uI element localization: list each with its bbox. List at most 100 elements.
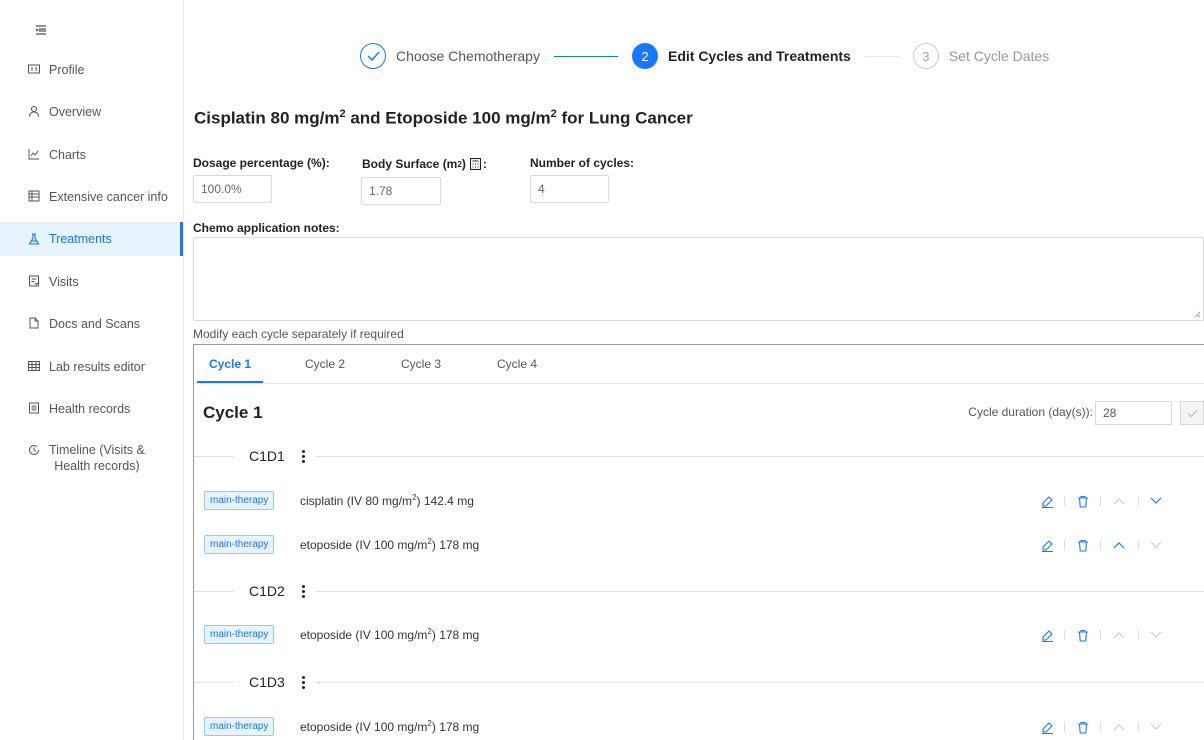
more-vertical-icon[interactable] <box>298 672 308 692</box>
move-down-icon[interactable] <box>1148 719 1164 735</box>
step-2-number: 2 <box>631 43 658 69</box>
more-vertical-icon[interactable] <box>298 581 308 601</box>
tab-cycle-4[interactable]: Cycle 4 <box>497 357 537 371</box>
step-2-label[interactable]: Edit Cycles and Treatments <box>668 48 851 64</box>
edit-icon[interactable] <box>1039 537 1055 553</box>
flask-icon <box>28 232 40 246</box>
cycles-input[interactable]: 4 <box>530 175 609 203</box>
step-1-label[interactable]: Choose Chemotherapy <box>396 48 540 64</box>
treatment-text: etoposide (IV 100 mg/m2) 178 mg <box>300 537 480 552</box>
title-part: and Etoposide 100 mg/m <box>345 108 551 128</box>
day-label: C1D1 <box>249 448 285 464</box>
treatment-row: main-therapy etoposide (IV 100 mg/m2) 17… <box>194 717 1204 737</box>
sidebar-item-overview[interactable]: Overview <box>0 104 183 120</box>
notes-textarea[interactable] <box>193 237 1204 321</box>
more-vertical-icon[interactable] <box>298 446 308 466</box>
cycle-duration-label: Cycle duration (day(s)): <box>968 405 1093 419</box>
treatment-text: cisplatin (IV 80 mg/m2) 142.4 mg <box>300 493 474 508</box>
database-icon <box>28 189 40 203</box>
confirm-duration-button[interactable] <box>1180 401 1204 425</box>
sidebar-item-treatments[interactable]: Treatments <box>0 222 183 256</box>
treatment-row: main-therapy etoposide (IV 100 mg/m2) 17… <box>194 625 1204 645</box>
delete-icon[interactable] <box>1075 627 1091 643</box>
sidebar-item-extensive-cancer-info[interactable]: Extensive cancer info <box>0 189 183 205</box>
file-icon <box>28 316 40 330</box>
calculator-icon[interactable] <box>469 158 481 170</box>
move-up-icon[interactable] <box>1111 493 1127 509</box>
sidebar-item-lab-results-editor[interactable]: Lab results editor <box>0 359 183 375</box>
notes-label: Chemo application notes: <box>193 221 340 235</box>
sidebar-item-label: Profile <box>49 63 85 77</box>
user-icon <box>28 104 40 118</box>
day-label: C1D2 <box>249 583 285 599</box>
sidebar-item-docs-and-scans[interactable]: Docs and Scans <box>0 316 183 332</box>
sidebar-item-label: Extensive cancer info <box>49 190 168 204</box>
cycle-tabs: Cycle 1 Cycle 2 Cycle 3 Cycle 4 <box>194 345 1204 384</box>
sidebar: Profile Overview Charts Extensive cancer… <box>0 0 184 740</box>
sidebar-item-label: Timeline (Visits & <box>49 443 145 457</box>
move-up-icon[interactable] <box>1111 627 1127 643</box>
treatment-text: etoposide (IV 100 mg/m2) 178 mg <box>300 719 480 734</box>
bsa-input[interactable]: 1.78 <box>361 177 441 205</box>
move-down-icon[interactable] <box>1148 537 1164 553</box>
hint-text: Modify each cycle separately if required <box>193 327 404 341</box>
delete-icon[interactable] <box>1075 719 1091 735</box>
day-divider: C1D3 <box>194 672 1204 692</box>
delete-icon[interactable] <box>1075 493 1091 509</box>
day-divider: C1D2 <box>194 581 1204 601</box>
sidebar-item-charts[interactable]: Charts <box>0 147 183 163</box>
delete-icon[interactable] <box>1075 537 1091 553</box>
cycle-panel: Cycle 1 Cycle 2 Cycle 3 Cycle 4 Cycle 1 … <box>193 344 1204 740</box>
move-up-icon[interactable] <box>1111 537 1127 553</box>
sidebar-item-profile[interactable]: Profile <box>0 62 183 78</box>
steps: Choose Chemotherapy 2 Edit Cycles and Tr… <box>360 43 1049 69</box>
tab-cycle-2[interactable]: Cycle 2 <box>305 357 345 371</box>
treatment-row: main-therapy cisplatin (IV 80 mg/m2) 142… <box>194 491 1204 511</box>
edit-icon[interactable] <box>1039 627 1055 643</box>
therapy-tag: main-therapy <box>204 535 275 554</box>
tab-cycle-3[interactable]: Cycle 3 <box>401 357 441 371</box>
title-part: for Lung Cancer <box>556 108 693 128</box>
sidebar-item-timeline[interactable]: Timeline (Visits & Health records) <box>0 442 183 474</box>
sidebar-item-label: Overview <box>49 105 102 119</box>
therapy-tag: main-therapy <box>204 491 275 510</box>
day-divider: C1D1 <box>194 446 1204 466</box>
id-card-icon <box>28 62 40 76</box>
menu-fold-icon[interactable] <box>34 23 48 37</box>
tab-ink-bar <box>197 381 263 383</box>
dosage-input[interactable]: 100.0% <box>193 175 272 203</box>
dosage-label: Dosage percentage (%): <box>193 156 330 170</box>
bsa-label-text: ) <box>461 157 466 171</box>
table-icon <box>28 359 40 373</box>
edit-icon[interactable] <box>1039 719 1055 735</box>
sidebar-item-label: Lab results editor <box>49 360 145 374</box>
title-part: Cisplatin 80 mg/m <box>194 108 340 128</box>
treatment-text: etoposide (IV 100 mg/m2) 178 mg <box>300 627 480 642</box>
sidebar-item-visits[interactable]: Visits <box>0 274 183 290</box>
move-down-icon[interactable] <box>1148 493 1164 509</box>
therapy-tag: main-therapy <box>204 625 275 644</box>
therapy-tag: main-therapy <box>204 717 275 736</box>
sidebar-item-label: Treatments <box>49 232 112 246</box>
sidebar-item-health-records[interactable]: Health records <box>0 401 183 417</box>
cycles-label: Number of cycles: <box>530 156 635 170</box>
sidebar-item-label: Health records <box>49 402 131 416</box>
step-3-label[interactable]: Set Cycle Dates <box>949 48 1049 64</box>
move-up-icon[interactable] <box>1111 719 1127 735</box>
chart-icon <box>28 147 40 161</box>
check-icon <box>360 43 386 69</box>
move-down-icon[interactable] <box>1148 627 1164 643</box>
day-label: C1D3 <box>249 674 285 690</box>
cycle-duration-input[interactable]: 28 <box>1095 401 1172 425</box>
sidebar-item-label: Charts <box>49 148 86 162</box>
tab-cycle-1[interactable]: Cycle 1 <box>209 357 251 371</box>
sidebar-item-label: Visits <box>49 275 79 289</box>
bsa-label-text: Body Surface (m <box>362 157 458 171</box>
page-title: Cisplatin 80 mg/m2 and Etoposide 100 mg/… <box>194 108 693 129</box>
step-connector <box>864 55 899 57</box>
sidebar-item-label: Docs and Scans <box>49 317 141 331</box>
check-icon <box>1187 409 1197 417</box>
step-3-number: 3 <box>912 43 939 69</box>
edit-icon[interactable] <box>1039 493 1055 509</box>
record-icon <box>28 401 40 415</box>
